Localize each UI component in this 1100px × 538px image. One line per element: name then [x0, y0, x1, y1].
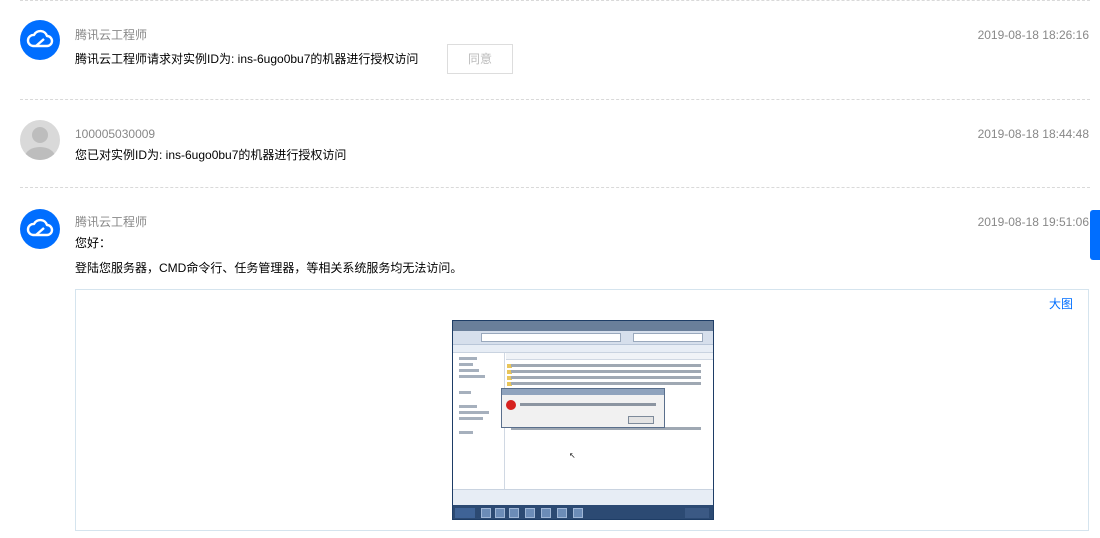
tencent-cloud-icon: [20, 209, 60, 249]
file-row: [511, 382, 701, 385]
screenshot-thumbnail[interactable]: ↖: [452, 320, 714, 520]
nav-item: [459, 411, 489, 414]
mouse-cursor-icon: ↖: [569, 451, 576, 460]
taskbar-app-icon: [541, 508, 551, 518]
taskbar-clock: [685, 508, 709, 518]
column-header: [506, 353, 713, 360]
taskbar-app-icon: [525, 508, 535, 518]
navigation-pane: [453, 353, 505, 489]
dialog-message: [520, 403, 656, 406]
message-timestamp: 2019-08-18 19:51:06: [977, 215, 1089, 229]
taskbar: [453, 505, 713, 519]
file-row: [511, 364, 701, 367]
nav-item: [459, 375, 485, 378]
taskbar-app-icon: [495, 508, 505, 518]
message-item: 腾讯云工程师 2019-08-18 19:51:06 您好： 登陆您服务器，CM…: [0, 0, 1100, 538]
nav-item: [459, 405, 477, 408]
nav-item: [459, 357, 477, 360]
view-large-image-link[interactable]: 大图: [1049, 297, 1073, 311]
error-icon: [506, 400, 516, 410]
nav-item: [459, 391, 471, 394]
taskbar-app-icon: [557, 508, 567, 518]
taskbar-app-icon: [481, 508, 491, 518]
nav-item: [459, 431, 473, 434]
address-field: [481, 333, 621, 342]
start-button-icon: [455, 508, 475, 518]
dialog-ok-button: [628, 416, 654, 424]
file-row: [511, 376, 701, 379]
status-bar: [453, 489, 713, 505]
nav-item: [459, 363, 473, 366]
sender-name: 腾讯云工程师: [75, 215, 148, 229]
message-greeting: 您好：: [75, 236, 112, 250]
explorer-toolbar: [453, 345, 713, 353]
window-titlebar: [453, 321, 713, 331]
message-text: 登陆您服务器，CMD命令行、任务管理器，等相关系统服务均无法访问。: [75, 261, 463, 275]
scrollbar-thumb[interactable]: [1090, 210, 1100, 260]
error-dialog: [501, 388, 665, 428]
image-attachment: 大图 ↖: [75, 289, 1089, 531]
taskbar-app-icon: [573, 508, 583, 518]
search-field: [633, 333, 703, 342]
file-row: [511, 370, 701, 373]
nav-item: [459, 417, 483, 420]
dialog-titlebar: [502, 389, 664, 395]
nav-item: [459, 369, 479, 372]
taskbar-app-icon: [509, 508, 519, 518]
